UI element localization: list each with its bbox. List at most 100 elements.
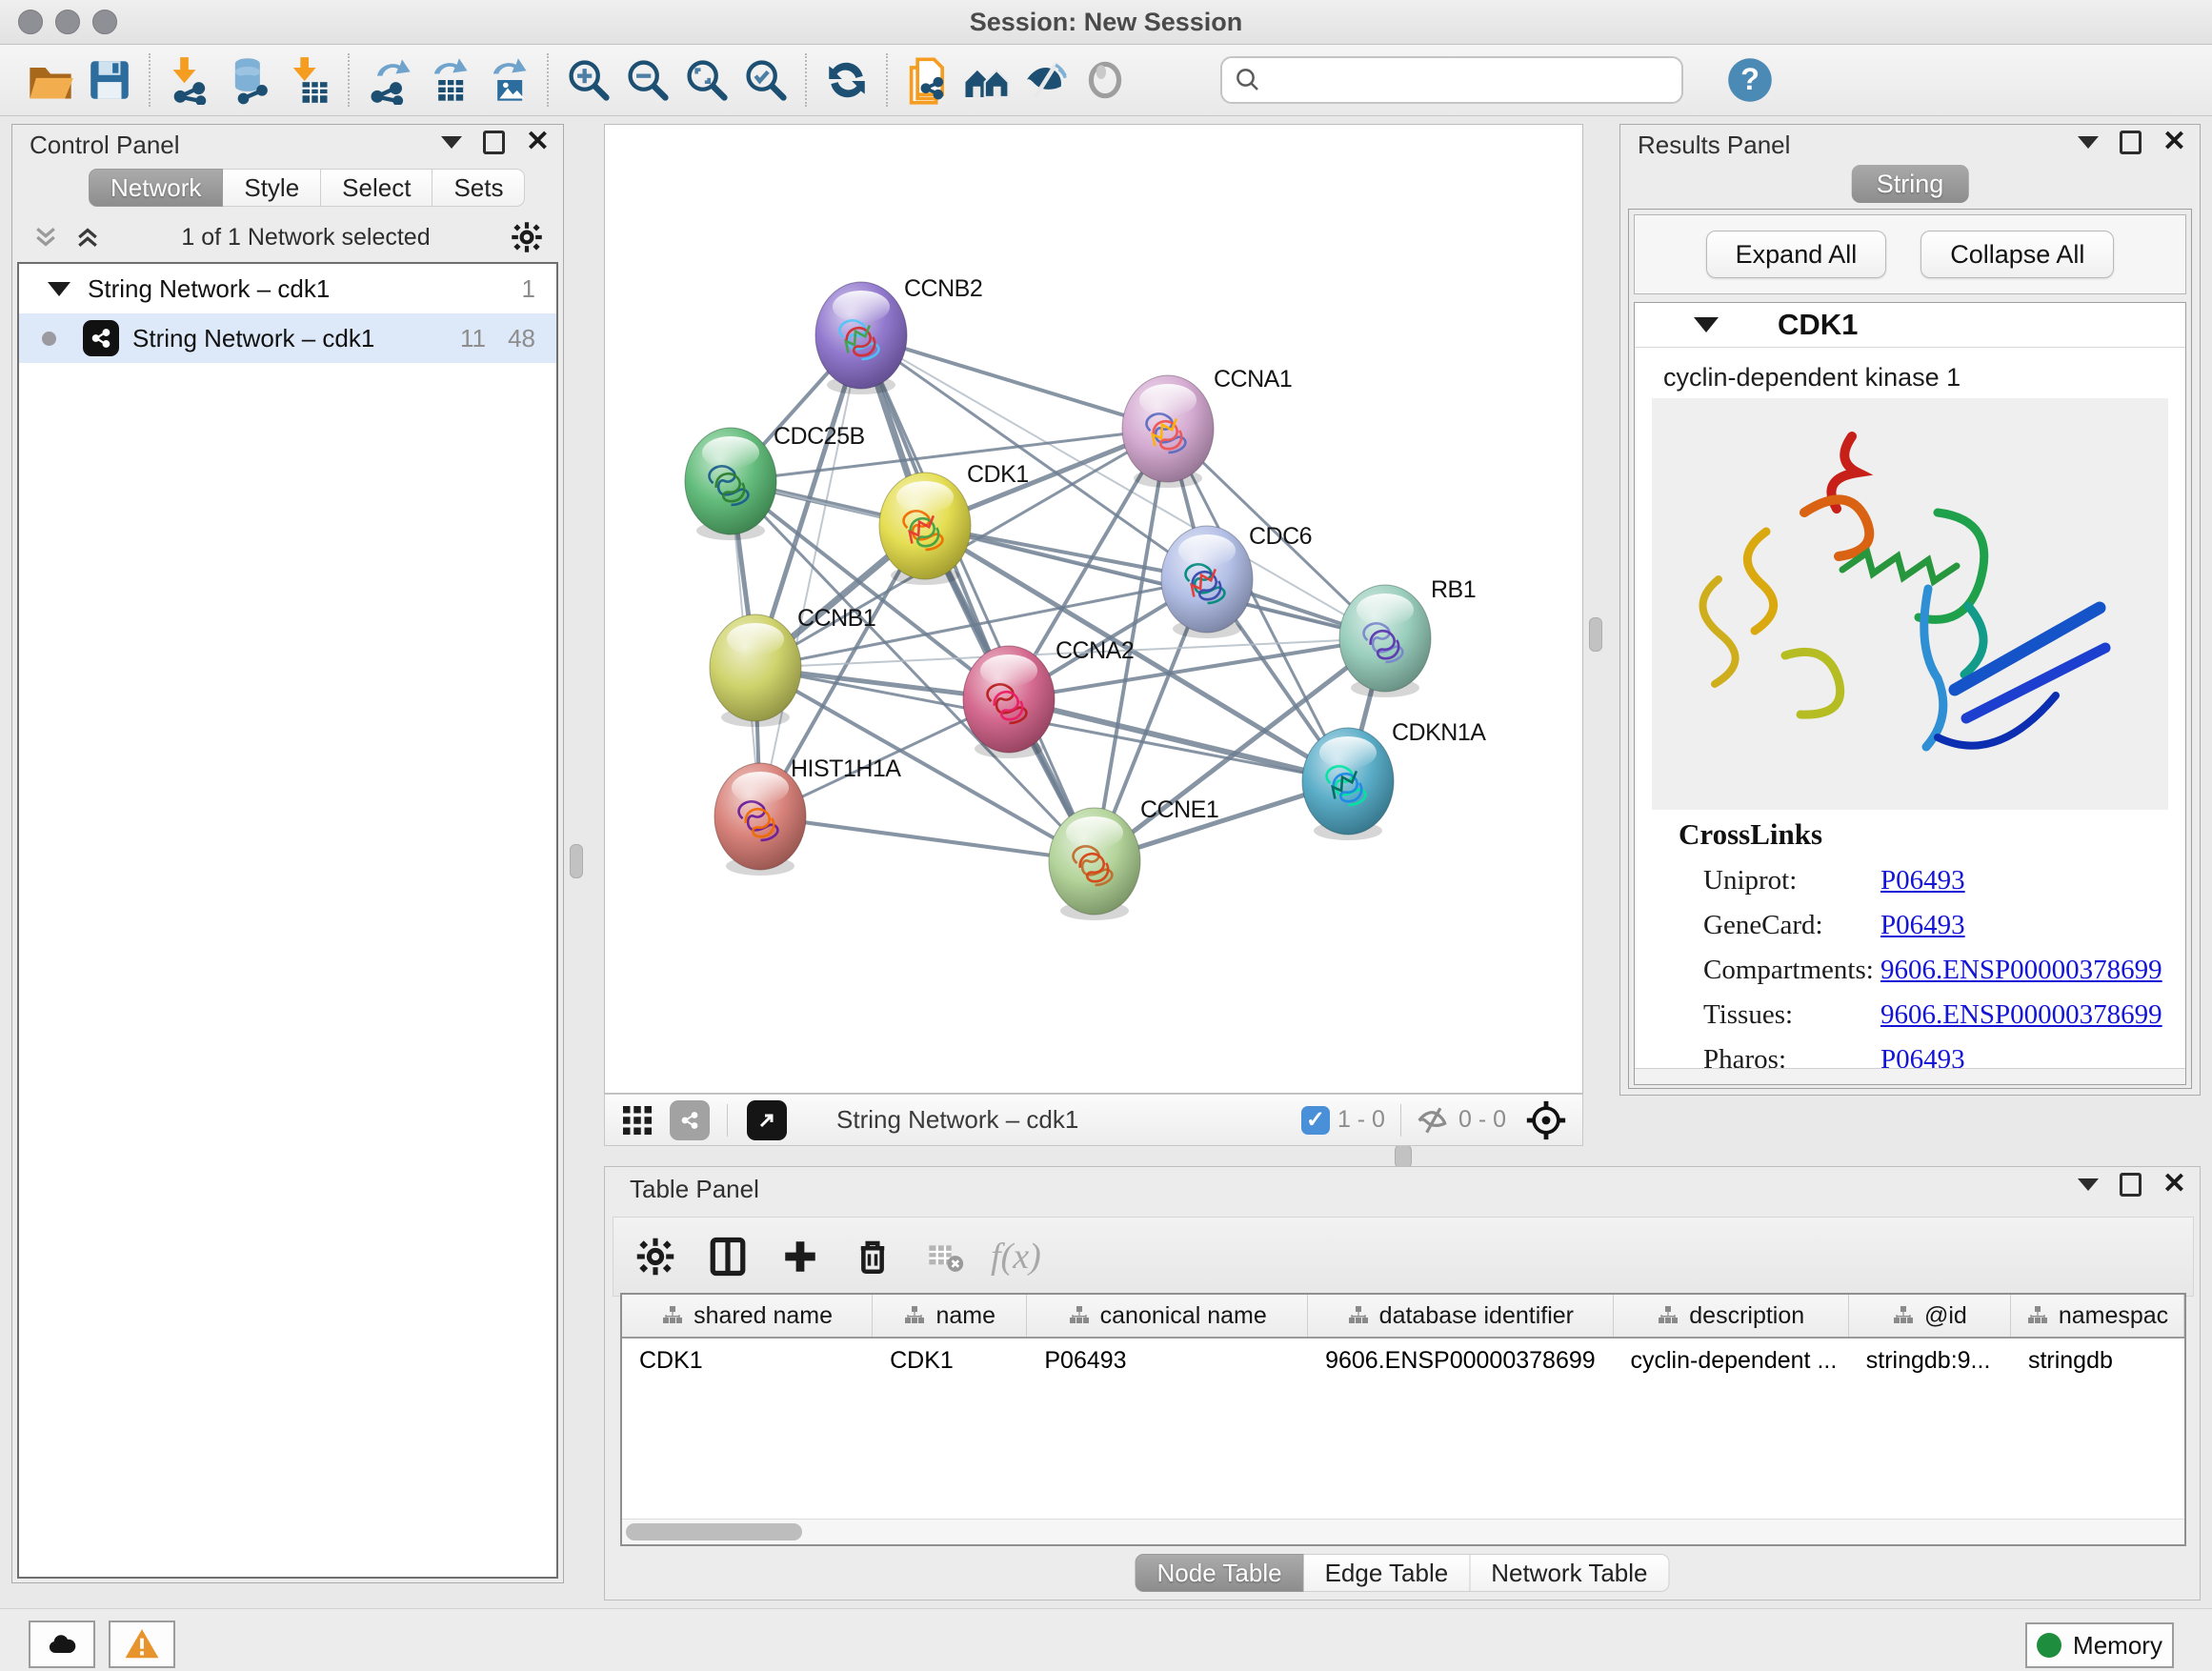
table-scrollbar-track[interactable]	[622, 1519, 2184, 1544]
network-node-RB1[interactable]: RB1	[1339, 576, 1476, 697]
network-edge-CCNB2-HIST1H1A[interactable]	[760, 335, 861, 816]
column-header-@id[interactable]: @id	[1849, 1295, 2011, 1337]
grid-view-icon[interactable]	[620, 1103, 654, 1137]
tab-node-table[interactable]: Node Table	[1136, 1554, 1304, 1592]
first-neighbors-button[interactable]	[960, 53, 1014, 107]
expand-all-icon[interactable]	[73, 223, 102, 252]
collection-expand-icon[interactable]	[48, 282, 70, 296]
zoom-fit-button[interactable]	[680, 53, 734, 107]
export-table-button[interactable]	[422, 53, 475, 107]
import-network-from-database-button[interactable]	[223, 53, 276, 107]
results-panel-float-button[interactable]	[2120, 131, 2142, 154]
tab-string[interactable]: String	[1852, 165, 1969, 203]
network-icon	[83, 320, 119, 356]
network-options-gear-icon[interactable]	[510, 220, 544, 254]
tab-sets[interactable]: Sets	[432, 169, 525, 207]
search-input[interactable]	[1270, 66, 1681, 94]
results-panel-menu-button[interactable]	[2078, 136, 2099, 149]
apply-layout-button[interactable]	[820, 53, 874, 107]
tab-edge-table[interactable]: Edge Table	[1304, 1554, 1471, 1592]
export-image-button[interactable]	[481, 53, 534, 107]
gene-card-header[interactable]: CDK1	[1635, 303, 2185, 348]
table-cell[interactable]: P06493	[1027, 1339, 1308, 1382]
network-node-CCNA1[interactable]: CCNA1	[1122, 366, 1292, 488]
control-panel-close-button[interactable]: ✕	[526, 128, 550, 156]
column-header-canonical-name[interactable]: canonical name	[1027, 1295, 1308, 1337]
show-all-button[interactable]	[1078, 53, 1132, 107]
network-node-CCNB1[interactable]: CCNB1	[710, 605, 875, 727]
network-edge-CCNB2-CCNA1[interactable]	[861, 335, 1168, 429]
gene-collapse-icon[interactable]	[1694, 317, 1719, 332]
crosslink-link[interactable]: P06493	[1880, 910, 1965, 941]
warnings-button[interactable]	[109, 1621, 175, 1668]
tab-network[interactable]: Network	[89, 169, 223, 207]
network-node-CCNA2[interactable]: CCNA2	[963, 637, 1134, 758]
network-node-CDKN1A[interactable]: CDKN1A	[1302, 719, 1486, 840]
table-mode-button[interactable]	[625, 1226, 686, 1287]
help-icon: ?	[1725, 55, 1775, 105]
table-cell[interactable]: 9606.ENSP00000378699	[1308, 1339, 1613, 1382]
results-panel-close-button[interactable]: ✕	[2162, 128, 2186, 156]
open-in-window-button[interactable]	[747, 1100, 787, 1140]
hidden-eye-slash-icon[interactable]	[1415, 1102, 1451, 1138]
zoom-selected-button[interactable]	[739, 53, 793, 107]
column-header-database-identifier[interactable]: database identifier	[1308, 1295, 1613, 1337]
network-badge-icon[interactable]	[670, 1100, 710, 1140]
column-header-name[interactable]: name	[873, 1295, 1027, 1337]
crosslink-link[interactable]: 9606.ENSP00000378699	[1880, 955, 2162, 986]
tab-select[interactable]: Select	[321, 169, 432, 207]
birds-eye-navigator-icon[interactable]	[1525, 1099, 1567, 1141]
left-splitter-handle[interactable]	[570, 844, 583, 878]
create-column-button[interactable]	[770, 1226, 831, 1287]
open-session-button[interactable]	[24, 53, 77, 107]
expand-all-button[interactable]: Expand All	[1706, 231, 1887, 278]
memory-button[interactable]: Memory	[2025, 1622, 2174, 1668]
table-row[interactable]: CDK1CDK1P064939606.ENSP00000378699cyclin…	[622, 1339, 2184, 1382]
network-canvas[interactable]: CCNB2CCNA1CDC25BCDK1CDC6RB1CCNB1CCNA2CDK…	[604, 124, 1583, 1094]
cloud-button[interactable]	[29, 1621, 95, 1668]
collapse-all-button[interactable]: Collapse All	[1920, 231, 2114, 278]
network-node-CCNB2[interactable]: CCNB2	[815, 275, 982, 394]
selected-nodes-checkbox[interactable]: ✓	[1301, 1106, 1330, 1135]
network-edge-HIST1H1A-CCNE1[interactable]	[760, 816, 1095, 861]
table-cell[interactable]: CDK1	[873, 1339, 1027, 1382]
column-header-description[interactable]: description	[1614, 1295, 1849, 1337]
table-cell[interactable]: stringdb:9...	[1849, 1339, 2011, 1382]
collapse-all-icon[interactable]	[31, 223, 60, 252]
column-header-shared-name[interactable]: shared name	[622, 1295, 873, 1337]
network-node-HIST1H1A[interactable]: HIST1H1A	[714, 755, 901, 876]
table-cell[interactable]: CDK1	[622, 1339, 873, 1382]
network-edge-CCNB2-CCNE1[interactable]	[861, 335, 1095, 861]
crosslink-link[interactable]: 9606.ENSP00000378699	[1880, 999, 2162, 1031]
node-label-CCNA2: CCNA2	[1056, 637, 1134, 664]
table-cell[interactable]: cyclin-dependent ...	[1613, 1339, 1848, 1382]
network-row-selected[interactable]: String Network – cdk1 11 48	[19, 313, 556, 363]
right-splitter-handle[interactable]	[1589, 617, 1602, 652]
import-table-button[interactable]	[282, 53, 335, 107]
control-panel-menu-button[interactable]	[441, 136, 462, 149]
network-graph[interactable]: CCNB2CCNA1CDC25BCDK1CDC6RB1CCNB1CCNA2CDK…	[605, 125, 1582, 1093]
help-button[interactable]: ?	[1723, 53, 1777, 107]
show-columns-button[interactable]	[697, 1226, 758, 1287]
crosslink-link[interactable]: P06493	[1880, 865, 1965, 896]
table-cell[interactable]: stringdb	[2011, 1339, 2184, 1382]
table-panel-menu-button[interactable]	[2078, 1178, 2099, 1191]
duplicate-network-button[interactable]	[901, 53, 955, 107]
table-panel-close-button[interactable]: ✕	[2162, 1170, 2186, 1198]
delete-columns-button[interactable]	[842, 1226, 903, 1287]
network-collection-row[interactable]: String Network – cdk1 1	[19, 264, 556, 313]
save-session-button[interactable]	[83, 53, 136, 107]
control-panel-float-button[interactable]	[483, 131, 505, 154]
export-network-button[interactable]	[363, 53, 416, 107]
zoom-in-button[interactable]	[562, 53, 615, 107]
tab-style[interactable]: Style	[223, 169, 321, 207]
column-header-namespac[interactable]: namespac	[2011, 1295, 2184, 1337]
table-panel-float-button[interactable]	[2120, 1173, 2142, 1197]
network-node-CDC25B[interactable]: CDC25B	[685, 423, 865, 540]
network-node-CCNE1[interactable]: CCNE1	[1049, 796, 1218, 920]
zoom-out-button[interactable]	[621, 53, 674, 107]
import-network-file-button[interactable]	[164, 53, 217, 107]
hide-selected-button[interactable]	[1019, 53, 1073, 107]
tab-network-table[interactable]: Network Table	[1470, 1554, 1669, 1592]
table-horizontal-scrollbar[interactable]	[626, 1523, 802, 1540]
